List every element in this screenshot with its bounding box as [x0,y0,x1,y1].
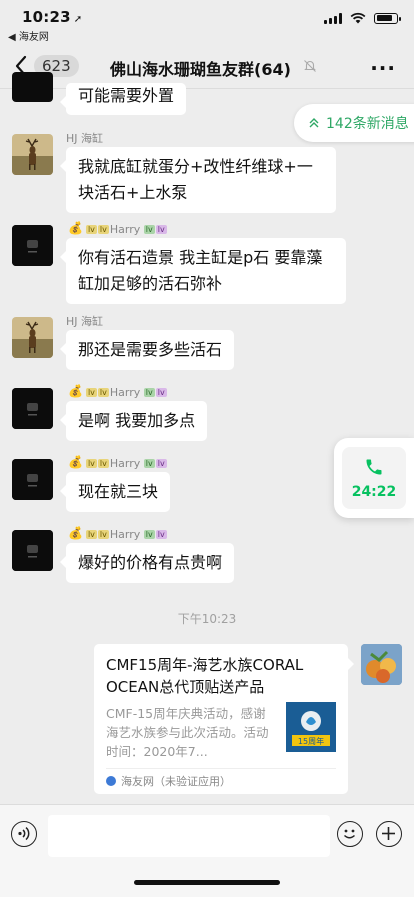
message-bubble[interactable]: 你有活石造景 我主缸是p石 要靠藻缸加足够的活石弥补 [60,238,346,304]
avatar[interactable] [12,225,53,266]
card-source: 海友网（未验证应用） [106,768,336,789]
money-badge-icon: 💰 [68,526,83,540]
status-bar: 10:23 ➚ ◀ 海友网 [0,0,414,46]
deer-avatar-image [12,317,53,358]
link-card[interactable]: CMF15周年-海艺水族CORAL OCEAN总代顶贴送产品 CMF-15周年庆… [94,644,354,794]
level-badge-icon: lv [85,459,97,468]
dark-avatar-image [12,530,53,571]
my-avatar[interactable] [361,644,402,685]
message-bubble[interactable]: 可能需要外置 [59,83,187,115]
phone-icon [366,459,382,475]
mute-bell-icon [304,60,316,72]
avatar[interactable] [12,459,53,500]
emoji-icon[interactable] [337,821,363,847]
card-thumbnail: 15周年 [286,702,336,752]
home-indicator [134,880,280,885]
message-text: 爆好的价格有点贵啊 [78,553,223,572]
battery-icon [374,12,401,24]
call-panel: 24:22 [342,447,406,509]
level-badge-icon: lv [97,225,109,234]
ongoing-call-window[interactable]: 24:22 [334,438,414,518]
anniversary-logo-image: 15周年 [286,702,336,752]
avatar[interactable] [12,388,53,429]
level-badge-icon: lv [155,225,167,234]
avatar[interactable] [12,134,53,175]
sender-name: 💰 lv lv Harry lv lv [66,221,168,236]
voice-waves-icon [18,826,30,841]
card-description: CMF-15周年庆典活动，感谢海艺水族参与此次活动。活动时间：2020年7... [106,706,269,759]
avatar[interactable] [12,317,53,358]
message-text: 我就底缸就蛋分+改性纤维球+一块活石+上水泵 [78,157,313,202]
sender-name-text: Harry [109,457,141,470]
level-badge-icon: lv [85,388,97,397]
message-bubble[interactable]: 爆好的价格有点贵啊 [59,543,235,583]
location-icon: ➚ [73,14,83,25]
new-messages-text: 142条新消息 [326,116,409,132]
level-badge-icon: lv [155,459,167,468]
new-messages-button[interactable]: 142条新消息 [294,104,414,142]
status-time: 10:23 ➚ [22,8,82,26]
level-badge-icon: lv [97,388,109,397]
level-badge-icon: lv [97,459,109,468]
voice-icon[interactable] [11,821,37,847]
status-time-text: 10:23 [22,8,71,26]
message-bubble[interactable]: 是啊 我要加多点 [59,401,208,441]
sender-name: HJ 海缸 [66,315,104,328]
back-to-app-link[interactable]: ◀ 海友网 [8,28,49,43]
wifi-icon [350,12,366,24]
thumbnail-text: 15周年 [298,736,324,746]
chat-title: 佛山海水珊瑚鱼友群(64) [110,60,291,79]
sender-name: 💰 lv lv Harry lv lv [66,526,168,541]
level-badge-icon: lv [143,388,155,397]
message-text: 你有活石造景 我主缸是p石 要靠藻缸加足够的活石弥补 [78,248,323,293]
avatar[interactable] [12,530,53,571]
plus-sign-icon [382,827,395,840]
level-badge-icon: lv [85,530,97,539]
level-badge-icon: lv [155,530,167,539]
message-bubble[interactable]: 我就底缸就蛋分+改性纤维球+一块活石+上水泵 [60,147,336,213]
dark-avatar-image [12,388,53,429]
sender-name: 💰 lv lv Harry lv lv [66,455,168,470]
money-badge-icon: 💰 [68,455,83,469]
message-input[interactable] [48,815,330,857]
money-badge-icon: 💰 [68,384,83,398]
app-logo-icon [106,776,116,786]
fruit-avatar-image [361,644,402,685]
sender-name-text: Harry [109,528,141,541]
sender-name: HJ 海缸 [66,132,104,145]
smile-face-icon [343,829,356,839]
level-badge-icon: lv [143,225,155,234]
level-badge-icon: lv [155,388,167,397]
avatar[interactable] [12,72,53,102]
call-duration: 24:22 [351,484,397,500]
message-timestamp: 下午10:23 [177,612,237,626]
signal-icon [324,12,342,24]
message-text: 是啊 我要加多点 [78,411,196,430]
message-bubble[interactable]: 那还是需要多些活石 [59,330,235,370]
chat-header: 623 佛山海水珊瑚鱼友群(64) ··· [0,46,414,89]
dark-avatar-image [12,225,53,266]
level-badge-icon: lv [85,225,97,234]
double-chevron-up-icon [309,118,319,128]
message-text: 现在就三块 [78,482,159,501]
message-text: 那还是需要多些活石 [78,340,223,359]
sender-name: 💰 lv lv Harry lv lv [66,384,168,399]
level-badge-icon: lv [97,530,109,539]
status-icons [324,12,401,24]
more-icon[interactable]: ··· [370,56,396,80]
sender-name-text: Harry [109,386,141,399]
level-badge-icon: lv [143,459,155,468]
dark-avatar-image [12,459,53,500]
message-text: 可能需要外置 [78,86,175,105]
money-badge-icon: 💰 [68,221,83,235]
level-badge-icon: lv [143,530,155,539]
plus-icon[interactable] [376,821,402,847]
message-bubble[interactable]: 现在就三块 [59,472,171,512]
deer-avatar-image [12,134,53,175]
card-source-text: 海友网（未验证应用） [121,775,231,788]
card-title: CMF15周年-海艺水族CORAL OCEAN总代顶贴送产品 [106,656,304,696]
sender-name-text: Harry [109,223,141,236]
